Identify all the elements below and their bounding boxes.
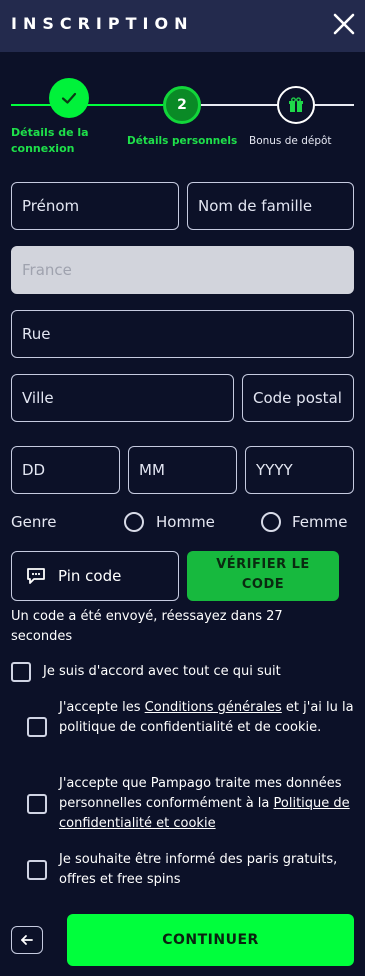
first-name-field[interactable] bbox=[11, 182, 179, 230]
step-2-label: Détails personnels bbox=[127, 135, 238, 147]
step-line-right bbox=[315, 104, 354, 106]
chat-icon bbox=[27, 568, 45, 584]
step-line-done bbox=[87, 104, 163, 106]
agree-all-label: Je suis d'accord avec tout ce qui suit bbox=[43, 664, 281, 679]
newsletter-label: Je souhaite être informé des paris gratu… bbox=[59, 852, 338, 887]
registration-stepper: 2 Détails de la connexion Détails person… bbox=[0, 78, 365, 168]
terms-link[interactable]: Conditions générales bbox=[145, 700, 282, 715]
gift-icon bbox=[289, 97, 303, 112]
verify-label-line1: VÉRIFIER LE bbox=[216, 557, 310, 572]
radio-homme-label[interactable]: Homme bbox=[156, 513, 215, 531]
back-arrow-icon bbox=[21, 935, 33, 945]
postcode-field[interactable] bbox=[242, 374, 354, 422]
verify-label-line2: CODE bbox=[241, 577, 285, 592]
radio-femme[interactable] bbox=[261, 512, 281, 532]
pin-code-field[interactable]: Pin code bbox=[11, 551, 179, 601]
radio-femme-label[interactable]: Femme bbox=[292, 513, 348, 531]
step-3-label: Bonus de dépôt bbox=[249, 135, 332, 147]
radio-homme[interactable] bbox=[124, 512, 144, 532]
verify-code-button[interactable]: VÉRIFIER LE CODE bbox=[187, 551, 339, 601]
back-button[interactable] bbox=[11, 926, 43, 954]
page-title: INSCRIPTION bbox=[11, 14, 194, 33]
continue-button[interactable]: CONTINUER bbox=[67, 914, 354, 966]
country-field bbox=[11, 246, 354, 294]
close-icon[interactable] bbox=[333, 13, 355, 35]
terms-text-pre: J'accepte les bbox=[59, 700, 145, 715]
street-field[interactable] bbox=[11, 310, 354, 358]
birth-day-field[interactable] bbox=[11, 446, 120, 494]
step-1-label: Détails de la connexion bbox=[11, 125, 89, 157]
step-1-done bbox=[49, 78, 89, 118]
check-icon bbox=[61, 92, 77, 104]
step-line-pending bbox=[201, 104, 277, 106]
pin-code-label: Pin code bbox=[58, 567, 122, 585]
step-3-pending bbox=[277, 86, 315, 124]
city-field[interactable] bbox=[11, 374, 234, 422]
birth-year-field[interactable] bbox=[245, 446, 354, 494]
step-line-left bbox=[11, 104, 51, 106]
code-sent-message: Un code a été envoyé, réessayez dans 27 … bbox=[11, 609, 283, 644]
checkbox-agree-all[interactable] bbox=[11, 662, 31, 682]
birth-month-field[interactable] bbox=[128, 446, 237, 494]
step-1-label-line1: Détails de la bbox=[11, 126, 89, 139]
terms-label: J'accepte les Conditions générales et j'… bbox=[59, 698, 357, 738]
checkbox-data-processing[interactable] bbox=[27, 794, 47, 814]
data-processing-label: J'accepte que Pampago traite mes données… bbox=[59, 774, 357, 834]
checkbox-newsletter[interactable] bbox=[27, 860, 47, 880]
checkbox-terms[interactable] bbox=[27, 717, 47, 737]
header-bar: INSCRIPTION bbox=[0, 0, 365, 52]
step-1-label-line2: connexion bbox=[11, 142, 75, 155]
step-2-active: 2 bbox=[163, 86, 201, 124]
step-number: 2 bbox=[177, 97, 187, 113]
genre-label: Genre bbox=[11, 513, 57, 531]
last-name-field[interactable] bbox=[187, 182, 354, 230]
